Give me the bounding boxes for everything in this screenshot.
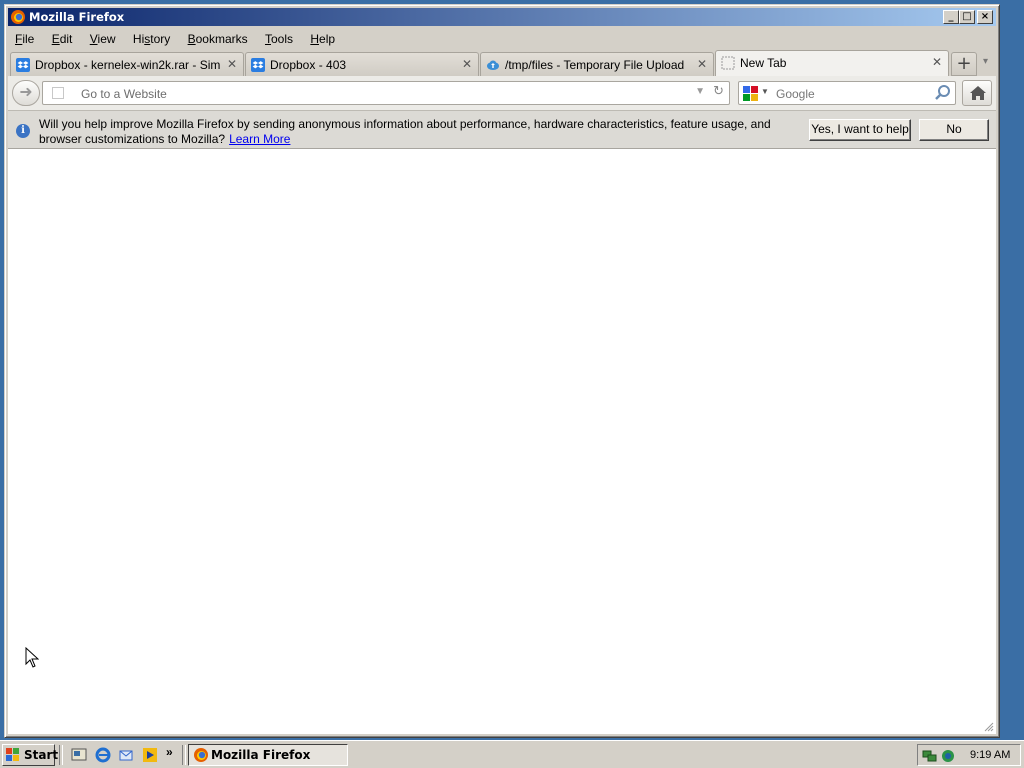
close-window-button[interactable]: × xyxy=(977,10,993,24)
tab-new-tab[interactable]: New Tab ✕ xyxy=(715,50,949,76)
taskbar-separator xyxy=(182,745,186,765)
tab-dropbox-kernelex[interactable]: Dropbox - kernelex-win2k.rar - Simplify … xyxy=(10,52,244,76)
navigation-toolbar: ➜ ▼ ↻ ▼ xyxy=(8,76,996,111)
history-dropdown-icon[interactable]: ▼ xyxy=(695,86,705,97)
no-button[interactable]: No xyxy=(919,119,989,141)
search-bar[interactable]: ▼ xyxy=(738,81,956,105)
quick-launch-more-icon[interactable]: » xyxy=(166,745,173,759)
volume-icon[interactable] xyxy=(940,748,956,764)
home-button[interactable] xyxy=(962,80,992,106)
menu-bar: File Edit View History Bookmarks Tools H… xyxy=(8,29,996,49)
menu-file[interactable]: File xyxy=(8,29,41,49)
firefox-icon xyxy=(11,10,25,24)
site-identity-icon[interactable] xyxy=(52,87,64,99)
outlook-express-icon[interactable] xyxy=(118,747,134,763)
taskbar-separator xyxy=(59,745,63,765)
tab-dropbox-403[interactable]: Dropbox - 403 ✕ xyxy=(245,52,479,76)
notification-text: Will you help improve Mozilla Firefox by… xyxy=(39,117,771,146)
tab-label: Dropbox - kernelex-win2k.rar - Simplify … xyxy=(35,58,221,72)
system-tray: 9:19 AM xyxy=(917,744,1021,766)
back-arrow-icon: ➜ xyxy=(19,82,33,101)
tab-label: Dropbox - 403 xyxy=(270,58,347,72)
media-player-icon[interactable] xyxy=(142,747,158,763)
menu-history[interactable]: History xyxy=(126,29,177,49)
mouse-cursor-icon xyxy=(25,647,39,668)
close-tab-icon[interactable]: ✕ xyxy=(932,55,942,69)
new-tab-button[interactable]: + xyxy=(951,52,977,76)
firefox-window: Mozilla Firefox _ □ × File Edit View His… xyxy=(4,4,1000,738)
show-desktop-icon[interactable] xyxy=(71,747,87,763)
start-label: Start xyxy=(24,748,59,762)
tab-label: /tmp/files - Temporary File Upload xyxy=(505,58,685,72)
tab-label: New Tab xyxy=(740,56,787,70)
taskbar: Start » Mozilla Firefox 9:19 AM xyxy=(0,740,1024,768)
engine-dropdown-icon[interactable]: ▼ xyxy=(761,87,769,96)
dropbox-icon xyxy=(251,58,265,72)
cloud-upload-icon xyxy=(487,60,499,70)
search-input[interactable] xyxy=(774,85,928,103)
maximize-button[interactable]: □ xyxy=(959,10,975,24)
url-input[interactable] xyxy=(79,85,683,103)
menu-view[interactable]: View xyxy=(83,29,123,49)
google-icon[interactable] xyxy=(743,86,758,101)
url-bar[interactable]: ▼ ↻ xyxy=(42,81,730,105)
menu-help[interactable]: Help xyxy=(303,29,342,49)
search-icon[interactable] xyxy=(934,84,952,102)
close-tab-icon[interactable]: ✕ xyxy=(462,57,472,71)
back-button[interactable]: ➜ xyxy=(12,80,40,106)
tab-temporary-file-upload[interactable]: /tmp/files - Temporary File Upload ✕ xyxy=(480,52,714,76)
page-content[interactable] xyxy=(8,149,996,734)
info-icon: i xyxy=(16,124,30,138)
window-title: Mozilla Firefox xyxy=(29,10,125,24)
title-bar[interactable]: Mozilla Firefox _ □ × xyxy=(8,8,996,26)
menu-edit[interactable]: Edit xyxy=(45,29,80,49)
close-tab-icon[interactable]: ✕ xyxy=(227,57,237,71)
start-button[interactable]: Start xyxy=(2,744,59,766)
home-icon xyxy=(970,86,986,100)
dropbox-icon xyxy=(16,58,30,72)
close-tab-icon[interactable]: ✕ xyxy=(697,57,707,71)
windows-flag-icon xyxy=(6,748,19,761)
minimize-button[interactable]: _ xyxy=(943,10,959,24)
taskbar-firefox-button[interactable]: Mozilla Firefox xyxy=(188,744,348,766)
clock[interactable]: 9:19 AM xyxy=(970,749,1010,761)
notification-message: Will you help improve Mozilla Firefox by… xyxy=(39,117,809,147)
resize-grip-icon[interactable] xyxy=(984,722,994,732)
blank-page-icon xyxy=(721,56,735,70)
tab-strip: Dropbox - kernelex-win2k.rar - Simplify … xyxy=(8,50,996,76)
menu-tools[interactable]: Tools xyxy=(258,29,300,49)
yes-help-button[interactable]: Yes, I want to help xyxy=(809,119,911,141)
list-all-tabs-icon[interactable]: ▾ xyxy=(983,56,988,67)
task-label: Mozilla Firefox xyxy=(211,748,311,762)
learn-more-link[interactable]: Learn More xyxy=(229,132,290,146)
reload-icon[interactable]: ↻ xyxy=(713,84,724,99)
network-icon[interactable] xyxy=(922,748,938,764)
firefox-icon xyxy=(194,748,208,762)
menu-bookmarks[interactable]: Bookmarks xyxy=(181,29,255,49)
internet-explorer-icon[interactable] xyxy=(95,747,111,763)
telemetry-notification-bar: i Will you help improve Mozilla Firefox … xyxy=(8,111,996,149)
